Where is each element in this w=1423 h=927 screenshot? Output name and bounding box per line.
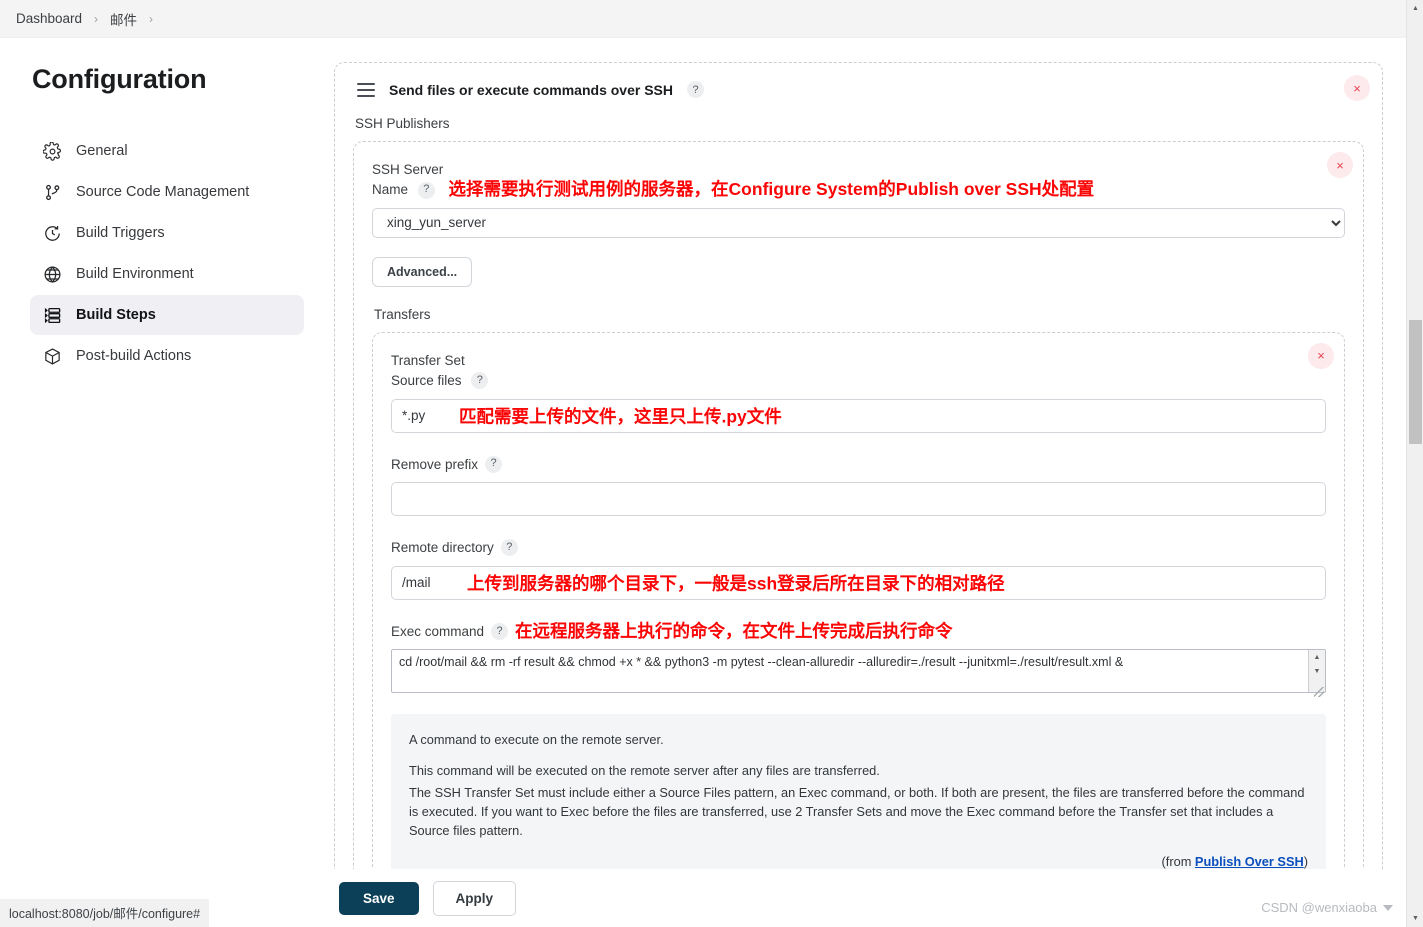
list-icon — [42, 305, 62, 325]
chevron-right-icon: › — [94, 11, 99, 26]
sidebar-item-label: Build Triggers — [76, 225, 165, 241]
source-files-input[interactable] — [391, 398, 1326, 433]
page-body: Configuration General Source Code Manage… — [0, 38, 1423, 927]
form-actions-bar: Save Apply — [0, 869, 1423, 927]
help-icon[interactable]: ? — [485, 455, 503, 473]
help-line-2: This command will be executed on the rem… — [409, 763, 880, 779]
remove-prefix-label-row: Remove prefix ? — [391, 455, 1326, 475]
remove-builder-button[interactable]: × — [1344, 75, 1370, 101]
breadcrumb: Dashboard › 邮件 › — [0, 0, 1423, 38]
scroll-down-icon[interactable]: ▼ — [1407, 910, 1423, 927]
scroll-up-icon[interactable]: ▲ — [1309, 650, 1325, 664]
sidebar-item-label: Build Environment — [76, 266, 194, 282]
scroll-up-icon[interactable]: ▲ — [1407, 0, 1423, 17]
remove-publisher-button[interactable]: × — [1327, 152, 1353, 178]
clock-icon — [42, 223, 62, 243]
sidebar-item-label: Build Steps — [76, 307, 156, 323]
transfer-set-subpanel: × Transfer Set Source files ? 匹配需要上传的文件，… — [372, 331, 1345, 907]
ssh-server-select[interactable]: xing_yun_server — [372, 207, 1345, 238]
sidebar: Configuration General Source Code Manage… — [0, 38, 320, 927]
sidebar-item-build-environment[interactable]: Build Environment — [30, 254, 304, 294]
remove-prefix-label: Remove prefix — [391, 456, 479, 472]
main-content: Send files or execute commands over SSH … — [320, 38, 1423, 927]
sidebar-item-post-build-actions[interactable]: Post-build Actions — [30, 336, 304, 376]
help-from-suffix: ) — [1303, 854, 1308, 870]
annotation-ssh-server: 选择需要执行测试用例的服务器，在Configure System的Publish… — [448, 179, 1095, 200]
help-icon[interactable]: ? — [687, 81, 704, 98]
transfer-set-header: Transfer Set Source files ? — [391, 351, 1326, 391]
ssh-server-label-line2: Name — [372, 182, 409, 198]
remote-directory-label: Remote directory — [391, 540, 494, 556]
transfer-set-title: Transfer Set — [391, 352, 465, 368]
sidebar-item-build-steps[interactable]: Build Steps — [30, 295, 304, 335]
resize-grip-icon[interactable] — [1314, 687, 1324, 698]
panel-title: Send files or execute commands over SSH — [389, 81, 673, 98]
ssh-publisher-subpanel: × SSH Server Name ? 选择需要执行测试用例的服务器，在Conf… — [353, 141, 1364, 927]
panel-header: Send files or execute commands over SSH … — [353, 77, 1364, 100]
globe-icon — [42, 264, 62, 284]
exec-command-wrapper: cd /root/mail && rm -rf result && chmod … — [391, 649, 1326, 698]
sidebar-item-build-triggers[interactable]: Build Triggers — [30, 213, 304, 253]
exec-command-textarea[interactable]: cd /root/mail && rm -rf result && chmod … — [391, 649, 1326, 694]
sidebar-item-source-code-management[interactable]: Source Code Management — [30, 172, 304, 212]
textarea-scrollbar[interactable]: ▲ ▼ — [1308, 650, 1325, 693]
help-from-prefix: (from — [1161, 854, 1195, 870]
help-line-3: The SSH Transfer Set must include either… — [409, 784, 1305, 838]
breadcrumb-item-job[interactable]: 邮件 — [110, 9, 137, 29]
branch-icon — [42, 182, 62, 202]
ssh-builder-panel: Send files or execute commands over SSH … — [334, 62, 1383, 927]
help-line-1: A command to execute on the remote serve… — [409, 732, 664, 748]
window-scrollbar[interactable]: ▲ ▼ — [1406, 0, 1423, 927]
help-icon[interactable]: ? — [471, 372, 489, 390]
scrollbar-thumb[interactable] — [1409, 320, 1422, 444]
remove-prefix-input[interactable] — [391, 482, 1326, 517]
sidebar-item-label: Post-build Actions — [76, 348, 192, 364]
apply-button[interactable]: Apply — [432, 880, 517, 916]
watermark-text: CSDN @wenxiaoba — [1261, 900, 1377, 915]
sidebar-item-general[interactable]: General — [30, 131, 304, 171]
remote-directory-input[interactable] — [391, 565, 1326, 600]
page-title: Configuration — [32, 64, 207, 94]
caret-down-icon — [1383, 904, 1393, 911]
exec-command-help: A command to execute on the remote serve… — [391, 714, 1326, 886]
ssh-server-label-line1: SSH Server — [372, 162, 444, 177]
sidebar-item-label: General — [76, 143, 128, 159]
remote-directory-label-row: Remote directory ? — [391, 538, 1326, 558]
transfers-label: Transfers — [374, 306, 431, 322]
scroll-down-icon[interactable]: ▼ — [1309, 664, 1325, 678]
chevron-right-icon: › — [149, 11, 154, 26]
breadcrumb-item-dashboard[interactable]: Dashboard — [16, 11, 82, 26]
ssh-server-name-label: SSH Server Name ? 选择需要执行测试用例的服务器，在Config… — [372, 160, 1345, 200]
help-icon[interactable]: ? — [491, 622, 509, 640]
drag-handle-icon[interactable] — [357, 82, 375, 97]
source-files-label: Source files — [391, 373, 462, 388]
ssh-publishers-label: SSH Publishers — [355, 116, 450, 131]
remove-transfer-set-button[interactable]: × — [1308, 342, 1334, 369]
package-icon — [42, 346, 62, 366]
publish-over-ssh-link[interactable]: Publish Over SSH — [1195, 854, 1304, 869]
sidebar-item-label: Source Code Management — [76, 184, 250, 200]
exec-command-label: Exec command — [391, 623, 485, 639]
help-icon[interactable]: ? — [500, 539, 518, 557]
advanced-button[interactable]: Advanced... — [372, 256, 473, 287]
exec-command-label-row: Exec command ? 在远程服务器上执行的命令，在文件上传完成后执行命令 — [391, 622, 1326, 642]
help-icon[interactable]: ? — [417, 181, 435, 199]
annotation-exec-command: 在远程服务器上执行的命令，在文件上传完成后执行命令 — [515, 620, 953, 641]
status-bar-url: localhost:8080/job/邮件/configure# — [0, 899, 210, 927]
save-button[interactable]: Save — [339, 881, 419, 915]
watermark: CSDN @wenxiaoba — [1261, 900, 1393, 915]
gear-icon — [42, 141, 62, 161]
